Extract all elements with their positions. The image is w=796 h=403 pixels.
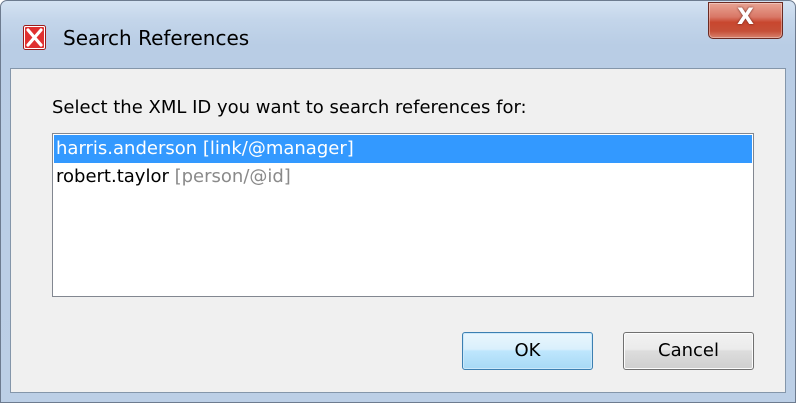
list-item-selected[interactable]: harris.anderson [link/@manager] — [54, 135, 752, 163]
xml-id-list[interactable]: harris.anderson [link/@manager] robert.t… — [52, 133, 754, 297]
item-path: [person/@id] — [174, 166, 291, 187]
prompt-label: Select the XML ID you want to search ref… — [52, 97, 527, 118]
dialog-window: Search References X Select the XML ID yo… — [0, 0, 796, 403]
close-icon: X — [737, 5, 754, 30]
item-id: harris.anderson — [56, 138, 198, 159]
close-button[interactable]: X — [708, 2, 783, 39]
list-item[interactable]: robert.taylor [person/@id] — [54, 163, 752, 191]
item-id: robert.taylor — [56, 166, 169, 187]
cancel-button[interactable]: Cancel — [623, 332, 754, 370]
item-path: [link/@manager] — [202, 138, 354, 159]
title-bar[interactable]: Search References X — [1, 1, 795, 71]
ok-button[interactable]: OK — [462, 332, 593, 370]
window-title: Search References — [63, 26, 250, 50]
dialog-body: Select the XML ID you want to search ref… — [10, 68, 786, 393]
oxygen-x-icon — [23, 25, 46, 50]
